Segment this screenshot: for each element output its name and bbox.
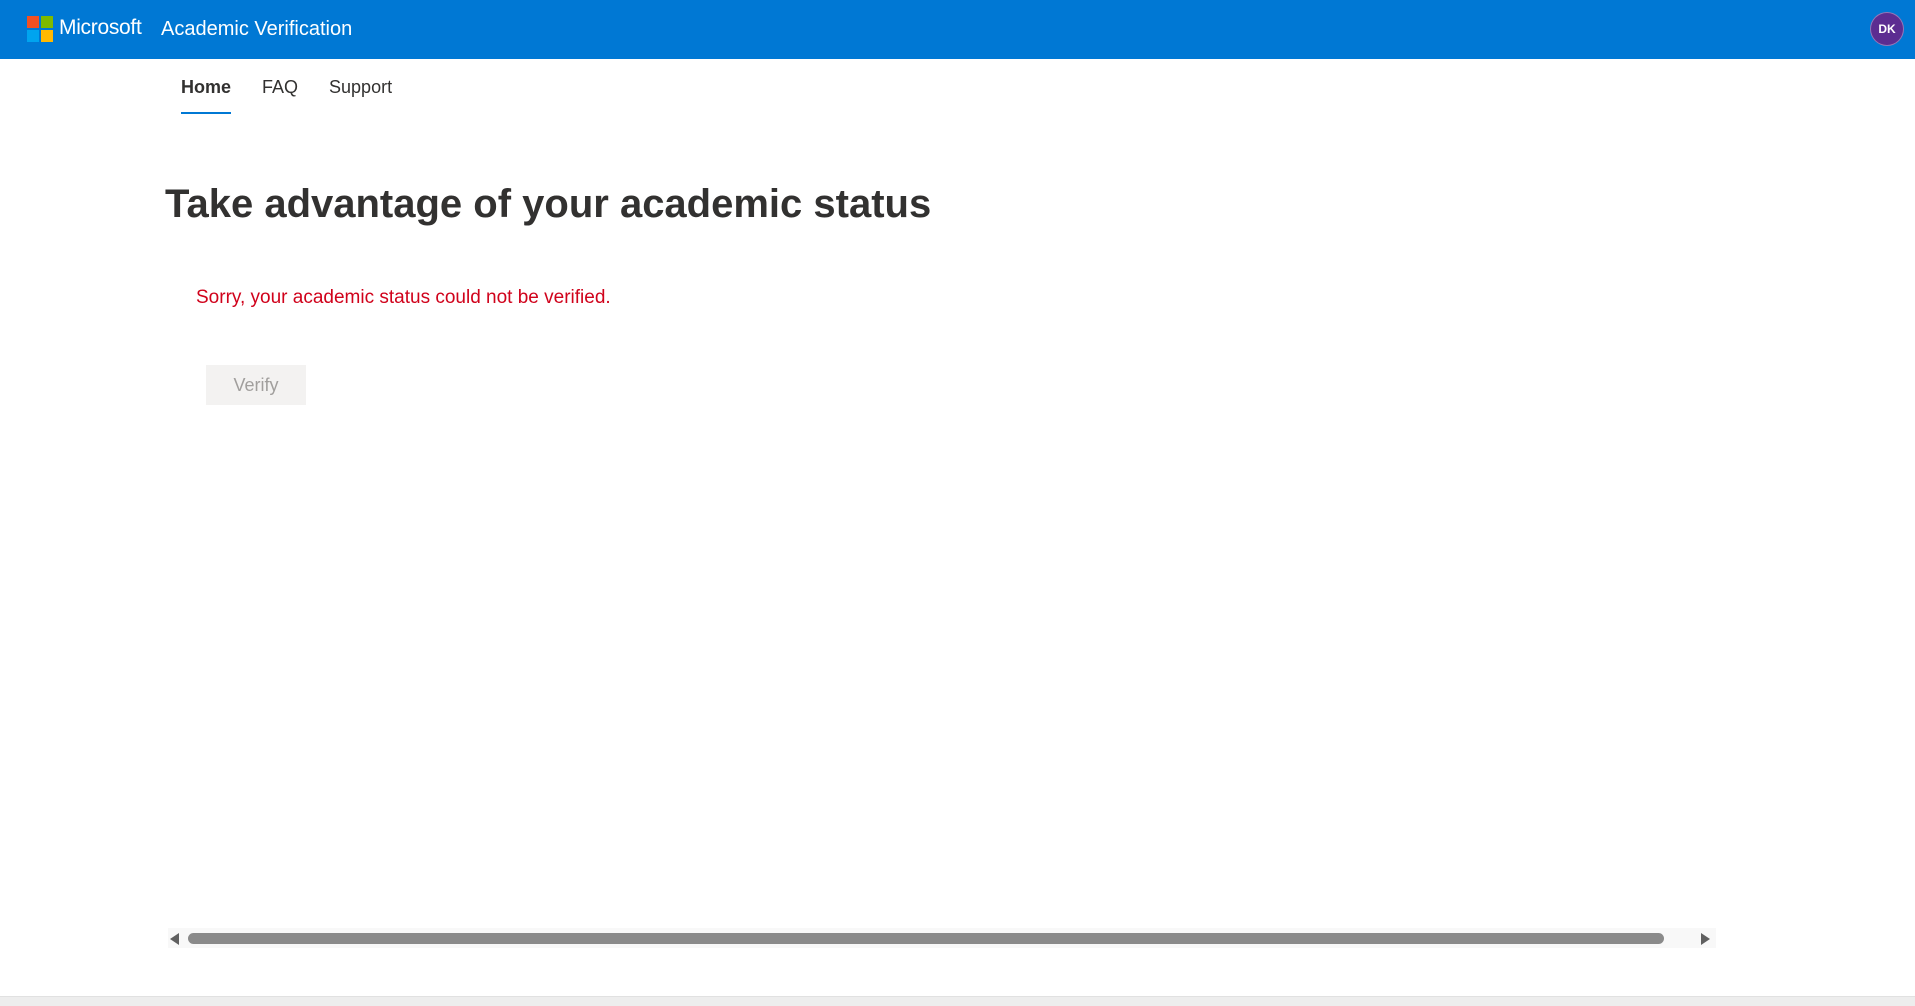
top-bar: Microsoft Academic Verification DK	[0, 0, 1915, 59]
app-title[interactable]: Academic Verification	[161, 16, 352, 42]
nav-item-support[interactable]: Support	[329, 59, 392, 116]
scroll-left-arrow-icon[interactable]	[170, 933, 179, 945]
nav-item-faq[interactable]: FAQ	[262, 59, 298, 116]
bottom-strip	[0, 996, 1915, 1006]
page-title: Take advantage of your academic status	[165, 182, 932, 226]
horizontal-scrollbar[interactable]	[168, 928, 1716, 948]
nav-item-home[interactable]: Home	[181, 59, 232, 116]
main-nav: Home FAQ Support	[181, 59, 423, 116]
scrollbar-thumb[interactable]	[188, 933, 1664, 944]
user-avatar[interactable]: DK	[1870, 12, 1904, 46]
microsoft-logo-icon[interactable]	[27, 16, 53, 42]
brand-name[interactable]: Microsoft	[59, 15, 142, 41]
error-message: Sorry, your academic status could not be…	[196, 287, 611, 308]
scroll-right-arrow-icon[interactable]	[1701, 933, 1710, 945]
verify-button[interactable]: Verify	[206, 365, 306, 405]
